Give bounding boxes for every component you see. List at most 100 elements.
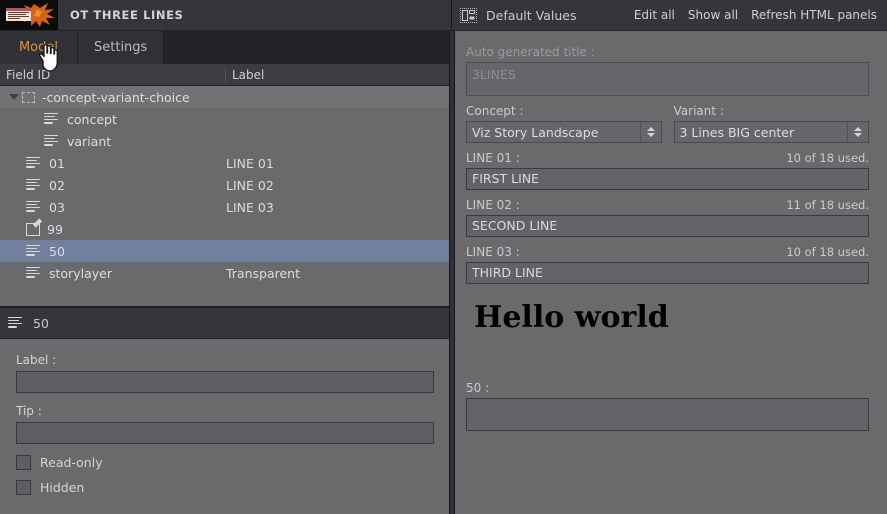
- concept-select[interactable]: Viz Story Landscape: [466, 121, 662, 143]
- panels-layout-icon: [460, 7, 477, 23]
- line-01-counter: 10 of 18 used.: [786, 151, 869, 165]
- tabstrip-filler: [164, 31, 451, 64]
- app-title: OT THREE LINES: [70, 8, 184, 22]
- line-03-field: LINE 03 : 10 of 18 used. THIRD LINE: [466, 245, 869, 284]
- auto-generated-title-field: Auto generated title : 3LINES: [466, 45, 869, 96]
- app-window: OT THREE LINES Model Settings Field ID L…: [0, 0, 887, 514]
- column-header-label: Label: [232, 67, 265, 82]
- line-02-caption: LINE 02 :: [466, 198, 520, 212]
- concept-caption: Concept :: [466, 104, 524, 118]
- tab-settings[interactable]: Settings: [78, 31, 165, 64]
- default-values-header: Default Values Edit all Show all Refresh…: [452, 0, 887, 31]
- show-all-button[interactable]: Show all: [688, 8, 738, 22]
- text-lines-icon: [26, 156, 42, 170]
- text-lines-icon: [26, 200, 42, 214]
- tree-row-field-id: -concept-variant-choice: [42, 89, 190, 105]
- tab-model[interactable]: Model: [0, 31, 78, 64]
- table-row[interactable]: storylayer Transparent: [0, 262, 451, 284]
- tree-row-label: LINE 03: [226, 199, 274, 215]
- readonly-label: Read-only: [40, 455, 103, 470]
- table-row[interactable]: 01 LINE 01: [0, 152, 451, 174]
- text-lines-icon: [26, 178, 42, 192]
- tree-row-field-id: concept: [67, 111, 117, 127]
- table-row[interactable]: 03 LINE 03: [0, 196, 451, 218]
- concept-select-value: Viz Story Landscape: [472, 124, 599, 140]
- field-50-input[interactable]: [466, 398, 869, 431]
- chevron-down-icon[interactable]: [8, 91, 20, 103]
- panel-splitter[interactable]: [449, 31, 455, 514]
- hidden-label: Hidden: [40, 480, 85, 495]
- field-50: 50 :: [466, 381, 869, 431]
- table-row[interactable]: 02 LINE 02: [0, 174, 451, 196]
- field-tree[interactable]: -concept-variant-choice concept variant: [0, 86, 451, 308]
- detail-panel-header: 50: [0, 308, 451, 339]
- readonly-checkbox[interactable]: [16, 455, 31, 470]
- default-values-body: Auto generated title : 3LINES Concept : …: [452, 31, 887, 514]
- text-lines-icon: [8, 316, 24, 330]
- readonly-checkbox-row[interactable]: Read-only: [16, 455, 435, 470]
- line-03-caption: LINE 03 :: [466, 245, 520, 259]
- chevron-updown-icon[interactable]: [847, 122, 868, 142]
- concept-field: Concept : Viz Story Landscape: [466, 104, 662, 143]
- tree-row-label: LINE 02: [226, 177, 274, 193]
- preview-heading: Hello world: [474, 300, 669, 335]
- left-panel: OT THREE LINES Model Settings Field ID L…: [0, 0, 452, 514]
- line-03-counter: 10 of 18 used.: [786, 245, 869, 259]
- tabstrip: Model Settings: [0, 31, 451, 64]
- column-header-field-id: Field ID: [0, 67, 226, 82]
- tree-row-field-id: 03: [49, 199, 65, 215]
- line-01-input[interactable]: FIRST LINE: [466, 168, 869, 190]
- edit-all-button[interactable]: Edit all: [634, 8, 675, 22]
- line-02-field: LINE 02 : 11 of 18 used. SECOND LINE: [466, 198, 869, 237]
- text-lines-icon: [44, 112, 60, 126]
- tree-row-label: LINE 01: [226, 155, 274, 171]
- tree-row-field-id: storylayer: [49, 265, 112, 281]
- text-lines-icon: [26, 266, 42, 280]
- table-row[interactable]: -concept-variant-choice: [0, 86, 451, 108]
- tree-row-field-id: 02: [49, 177, 65, 193]
- tree-column-header: Field ID Label: [0, 64, 451, 86]
- right-panel: Default Values Edit all Show all Refresh…: [452, 0, 887, 514]
- dashed-box-icon: [22, 91, 35, 103]
- line-02-counter: 11 of 18 used.: [786, 198, 869, 212]
- tree-row-field-id: 01: [49, 155, 65, 171]
- header-actions: Edit all Show all Refresh HTML panels: [634, 8, 877, 22]
- window-titlebar: OT THREE LINES: [0, 0, 451, 31]
- detail-panel-title: 50: [33, 315, 49, 331]
- tree-row-field-id: 99: [47, 221, 63, 237]
- variant-select[interactable]: 3 Lines BIG center: [673, 121, 869, 143]
- refresh-html-panels-button[interactable]: Refresh HTML panels: [751, 8, 877, 22]
- tree-row-label: Transparent: [226, 265, 301, 281]
- table-row[interactable]: concept: [0, 108, 451, 130]
- tab-settings-label: Settings: [94, 40, 148, 55]
- field-50-caption: 50 :: [466, 381, 490, 395]
- concept-variant-row: Concept : Viz Story Landscape Variant :: [466, 104, 869, 143]
- label-field-input[interactable]: [16, 371, 434, 393]
- table-row[interactable]: 50: [0, 240, 451, 262]
- text-lines-icon: [44, 134, 60, 148]
- chevron-updown-icon[interactable]: [639, 122, 661, 142]
- line-03-input[interactable]: THIRD LINE: [466, 262, 869, 284]
- hidden-checkbox[interactable]: [16, 480, 31, 495]
- text-lines-icon: [26, 244, 42, 258]
- auto-generated-title-caption: Auto generated title :: [466, 45, 595, 59]
- line-01-caption: LINE 01 :: [466, 151, 520, 165]
- app-logo: [0, 0, 58, 30]
- default-values-title: Default Values: [486, 7, 577, 23]
- line-02-input[interactable]: SECOND LINE: [466, 215, 869, 237]
- tip-field-input[interactable]: [16, 422, 434, 444]
- hidden-checkbox-row[interactable]: Hidden: [16, 480, 435, 495]
- auto-generated-title-input[interactable]: 3LINES: [466, 62, 869, 96]
- label-field-caption: Label :: [16, 353, 57, 367]
- html-preview: Hello world: [466, 300, 869, 335]
- variant-field: Variant : 3 Lines BIG center: [673, 104, 869, 143]
- tree-row-field-id: variant: [67, 133, 112, 149]
- detail-panel-body: Label : Tip : Read-only Hidden: [0, 339, 451, 514]
- table-row[interactable]: 99: [0, 218, 451, 240]
- tip-field-caption: Tip :: [16, 404, 42, 418]
- line-01-field: LINE 01 : 10 of 18 used. FIRST LINE: [466, 151, 869, 190]
- orange-splash-logo-icon: [6, 3, 55, 27]
- tab-model-label: Model: [18, 40, 59, 55]
- variant-caption: Variant :: [673, 104, 724, 118]
- table-row[interactable]: variant: [0, 130, 451, 152]
